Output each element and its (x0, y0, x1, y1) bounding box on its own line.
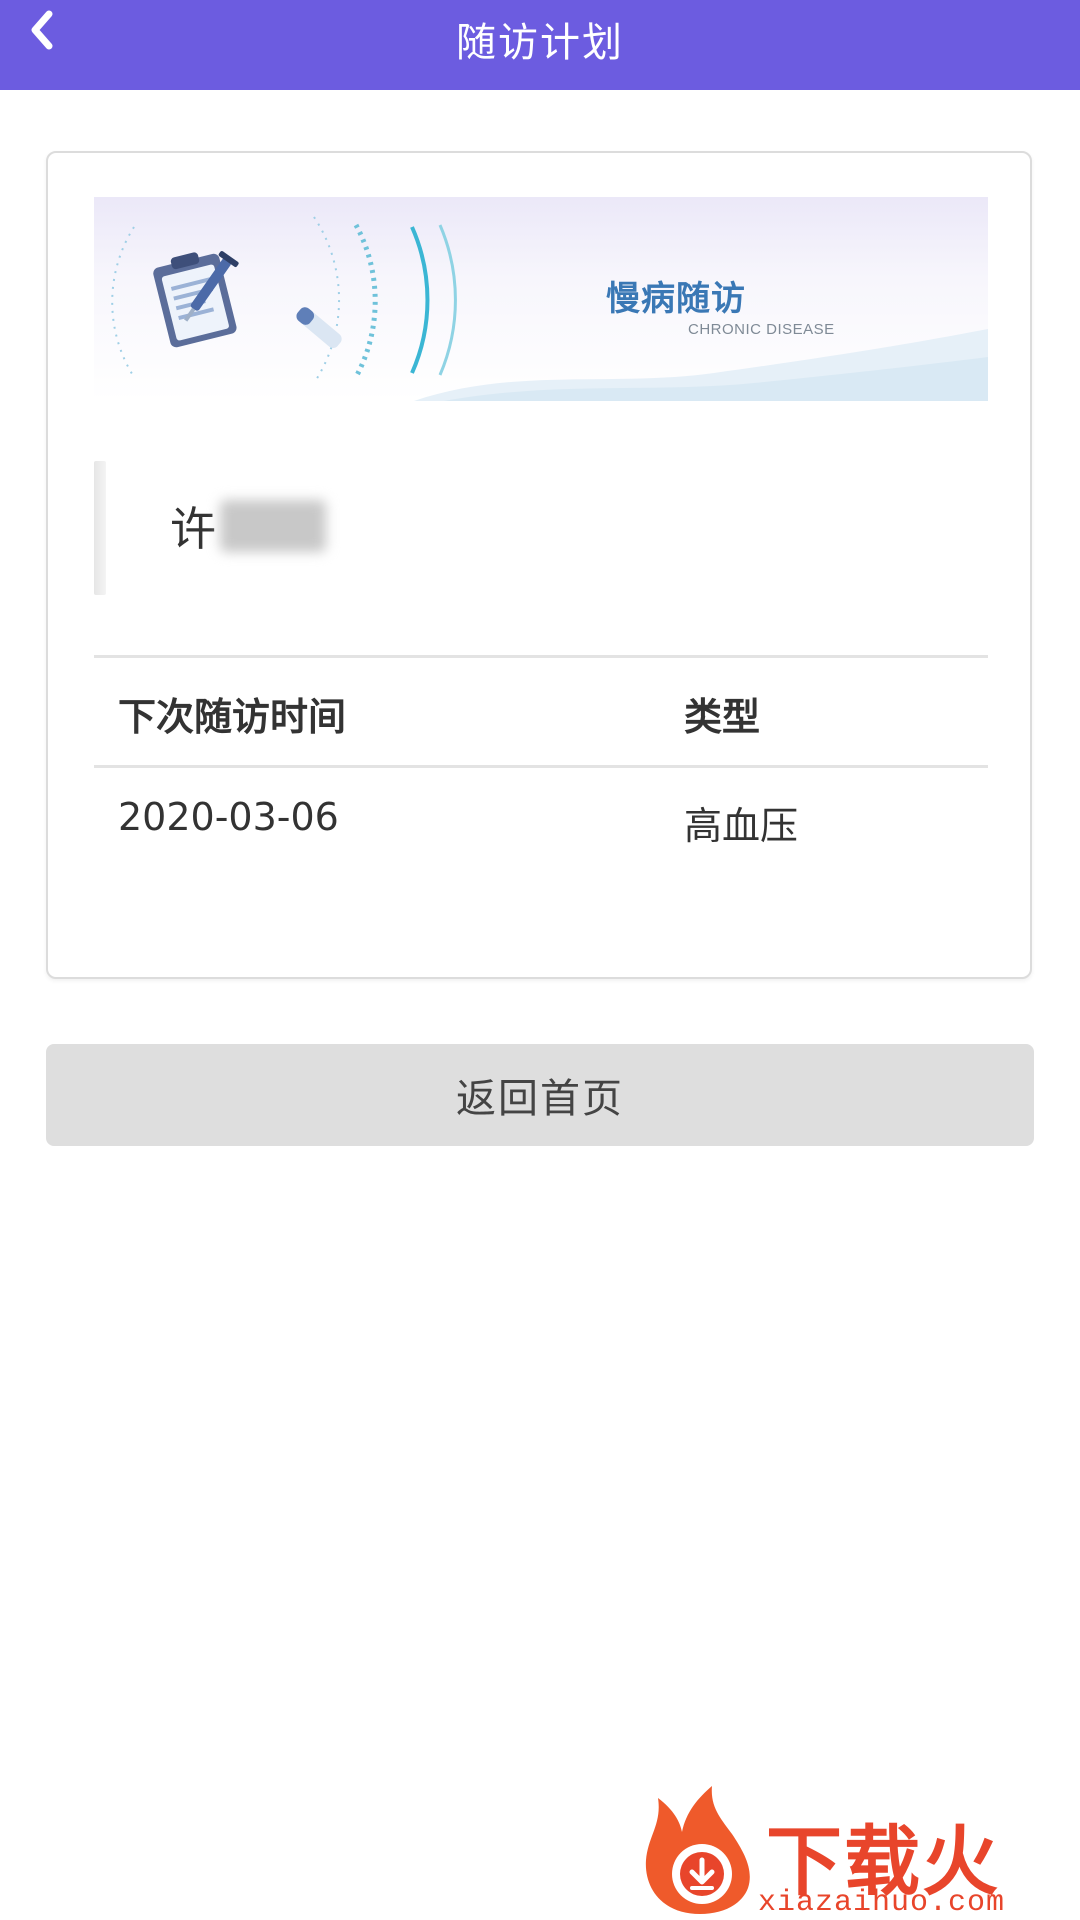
return-home-button[interactable]: 返回首页 (46, 1044, 1034, 1146)
chevron-left-icon (31, 10, 53, 50)
chronic-disease-banner: 慢病随访 CHRONIC DISEASE (94, 197, 988, 401)
page-title: 随访计划 (456, 20, 624, 66)
table-top-divider (94, 655, 988, 658)
name-redaction (220, 500, 326, 552)
banner-illustration (111, 216, 988, 401)
top-bar: 随访计划 (0, 0, 1080, 90)
patient-name: 许 (170, 493, 326, 559)
back-button[interactable] (14, 4, 70, 56)
column-header-type: 类型 (684, 695, 761, 739)
column-header-next-visit: 下次随访时间 (118, 695, 347, 739)
patient-name-text: 许 (170, 502, 216, 556)
banner-title: 慢病随访 (606, 279, 746, 319)
watermark-domain: xiazaihuo.com (758, 1886, 1006, 1920)
app-screen: 随访计划 慢病随访 CHRONIC DISEASE 许 下次随访时间 类型 20… (0, 0, 1080, 1920)
follow-up-card: 慢病随访 CHRONIC DISEASE 许 下次随访时间 类型 2020-03… (46, 151, 1032, 979)
flame-download-icon (645, 1786, 750, 1914)
patient-accent-bar (94, 461, 106, 595)
table-header-divider (94, 765, 988, 768)
table-row-date: 2020-03-06 (118, 795, 339, 839)
banner-subtitle: CHRONIC DISEASE (688, 321, 835, 338)
table-row-type: 高血压 (684, 804, 799, 848)
watermark-logo: 下载火 xiazaihuo.com (640, 1780, 1080, 1920)
